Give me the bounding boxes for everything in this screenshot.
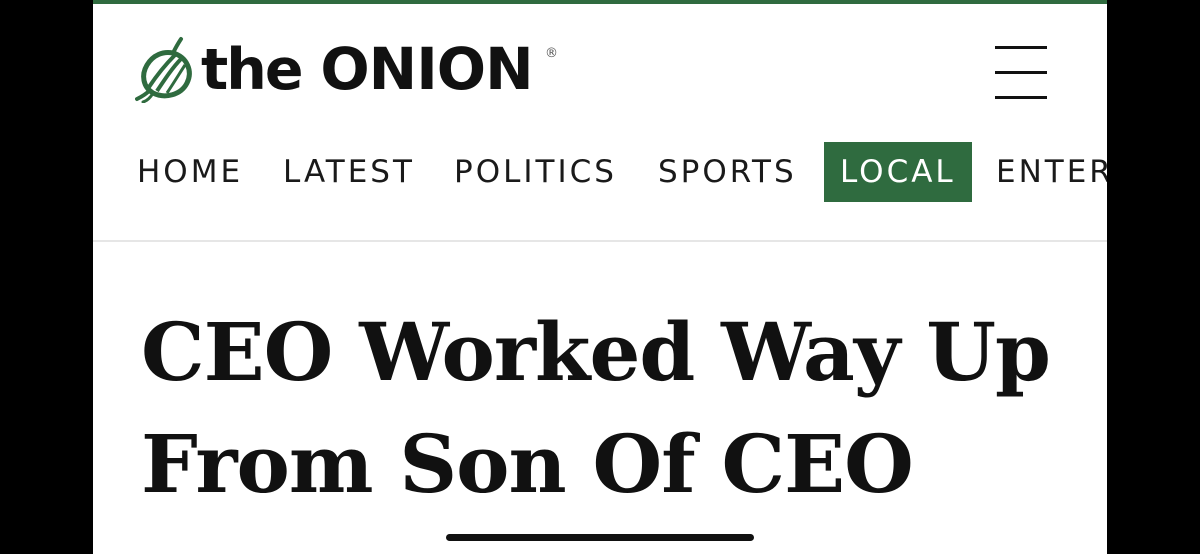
- nav-item-entertainment[interactable]: ENTER: [996, 142, 1107, 202]
- article-headline[interactable]: CEO Worked Way Up From Son Of CEO: [141, 296, 1081, 520]
- section-nav: HOME LATEST POLITICS SPORTS LOCAL ENTER: [93, 142, 1107, 202]
- header-divider: [93, 240, 1107, 242]
- menu-line: [995, 71, 1047, 74]
- registered-mark: ®: [545, 46, 558, 61]
- onion-icon: [135, 37, 192, 103]
- nav-item-latest[interactable]: LATEST: [283, 142, 415, 202]
- logo-the: the: [201, 36, 303, 103]
- top-accent-bar: [93, 0, 1107, 4]
- nav-item-sports[interactable]: SPORTS: [658, 142, 797, 202]
- menu-line: [995, 46, 1047, 49]
- nav-item-politics[interactable]: POLITICS: [454, 142, 617, 202]
- hamburger-menu-icon[interactable]: [993, 46, 1049, 102]
- logo-brand: ONION: [320, 34, 533, 103]
- nav-item-local[interactable]: LOCAL: [824, 142, 972, 202]
- menu-line: [995, 96, 1047, 99]
- site-logo[interactable]: the ONION: [135, 34, 534, 104]
- home-indicator[interactable]: [446, 534, 754, 541]
- logo-wordmark: the ONION: [201, 40, 534, 99]
- nav-item-home[interactable]: HOME: [137, 142, 243, 202]
- phone-screen: the ONION ® HOME LATEST POLITICS SPORTS …: [93, 0, 1107, 554]
